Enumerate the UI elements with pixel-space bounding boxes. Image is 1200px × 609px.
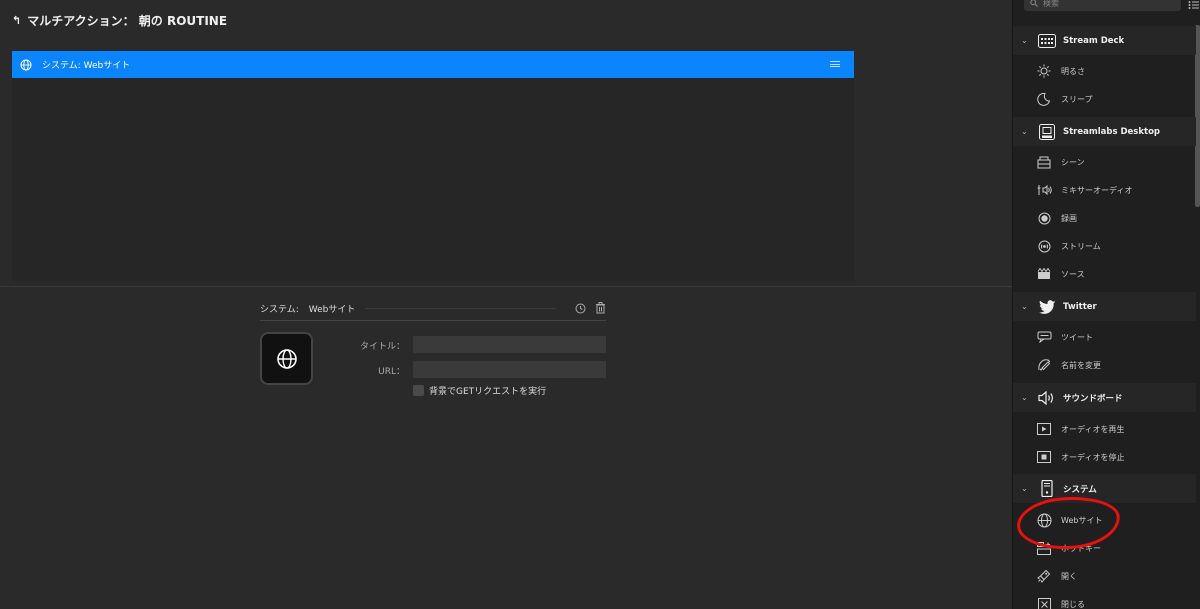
background-get-label: 背景でGETリクエストを実行	[429, 387, 547, 397]
stop-audio-icon	[1035, 448, 1053, 466]
sidebar-item-source[interactable]: ソース	[1013, 260, 1196, 288]
chevron-down-icon: ⌄	[1021, 302, 1028, 311]
search-icon	[1030, 0, 1038, 7]
mixer-audio-icon	[1035, 181, 1053, 199]
panel-divider[interactable]	[0, 286, 1012, 287]
sidebar-item-stream[interactable]: ストリーム	[1013, 232, 1196, 260]
sidebar-item-label: 明るさ	[1061, 66, 1085, 76]
list-view-icon[interactable]	[1188, 0, 1200, 10]
sidebar-item-sleep[interactable]: スリープ	[1013, 85, 1196, 113]
inspector-header: システム: Webサイト	[260, 296, 606, 321]
sidebar-item-record[interactable]: 録画	[1013, 204, 1196, 232]
category-label: Twitter	[1063, 301, 1097, 312]
globe-icon	[20, 59, 32, 70]
globe-icon	[1035, 511, 1053, 529]
sidebar-item-hotkey[interactable]: ホットキー	[1013, 534, 1196, 562]
category-label: サウンドボード	[1063, 393, 1123, 404]
rename-icon	[1035, 356, 1053, 374]
url-input[interactable]	[413, 361, 606, 378]
sleep-icon	[1035, 90, 1053, 108]
sidebar-item-label: オーディオを再生	[1061, 424, 1125, 434]
sidebar-item-label: 名前を変更	[1061, 360, 1101, 370]
close-app-icon	[1035, 595, 1053, 609]
open-icon	[1035, 567, 1053, 585]
category-label: システム	[1063, 484, 1097, 495]
hotkey-icon	[1035, 539, 1053, 557]
globe-icon	[276, 348, 297, 369]
search-placeholder: 検索	[1043, 0, 1059, 8]
sidebar-item-label: 開く	[1061, 571, 1077, 581]
inspector-header-rule	[365, 307, 556, 309]
sidebar-item-label: オーディオを停止	[1061, 452, 1125, 462]
tweet-icon	[1035, 328, 1053, 346]
sidebar-item-close[interactable]: 閉じる	[1013, 590, 1196, 609]
category-stream-deck[interactable]: ⌄ Stream Deck	[1013, 26, 1196, 55]
category-twitter[interactable]: ⌄ Twitter	[1013, 292, 1196, 321]
page-title: ↰ マルチアクション： 朝の ROUTINE	[12, 12, 227, 29]
inspector-category: システム:	[260, 304, 299, 315]
stream-deck-icon	[1037, 31, 1057, 51]
sidebar-item-rename[interactable]: 名前を変更	[1013, 351, 1196, 379]
speaker-icon	[1037, 388, 1057, 408]
category-system[interactable]: ⌄ システム	[1013, 474, 1196, 503]
chevron-down-icon: ⌄	[1021, 393, 1028, 402]
page-title-text: マルチアクション： 朝の ROUTINE	[27, 14, 228, 28]
category-soundboard[interactable]: ⌄ サウンドボード	[1013, 383, 1196, 412]
chevron-down-icon: ⌄	[1021, 36, 1028, 45]
key-image-preview[interactable]	[260, 332, 313, 385]
sidebar-item-mixer-audio[interactable]: ミキサーオーディオ	[1013, 176, 1196, 204]
system-icon	[1037, 479, 1057, 499]
scene-icon	[1035, 153, 1053, 171]
sidebar-item-label: ホットキー	[1061, 543, 1101, 553]
stream-icon	[1035, 237, 1053, 255]
sidebar-item-label: ソース	[1061, 269, 1085, 279]
category-label: Stream Deck	[1063, 35, 1125, 46]
category-label: Streamlabs Desktop	[1063, 126, 1161, 137]
twitter-bird-icon	[1037, 297, 1057, 317]
category-streamlabs-desktop[interactable]: ⌄ Streamlabs Desktop	[1013, 117, 1196, 146]
sidebar-item-label: ミキサーオーディオ	[1061, 185, 1133, 195]
streamlabs-icon	[1037, 122, 1057, 142]
source-icon	[1035, 265, 1053, 283]
play-audio-icon	[1035, 420, 1053, 438]
sidebar-item-open[interactable]: 開く	[1013, 562, 1196, 590]
chevron-down-icon: ⌄	[1021, 484, 1028, 493]
sidebar-item-play-audio[interactable]: オーディオを再生	[1013, 415, 1196, 443]
trash-icon[interactable]	[594, 302, 606, 314]
multi-action-list: システム: Webサイト	[12, 51, 854, 281]
chevron-down-icon: ⌄	[1021, 127, 1028, 136]
sidebar-item-label: Webサイト	[1061, 515, 1103, 525]
sidebar-item-label: ストリーム	[1061, 241, 1101, 251]
sidebar-item-label: 閉じる	[1061, 599, 1085, 609]
sidebar-item-label: ツイート	[1061, 332, 1093, 342]
clock-icon[interactable]	[574, 302, 586, 314]
search-input[interactable]: 検索	[1024, 0, 1181, 11]
sidebar-item-label: シーン	[1061, 157, 1085, 167]
sidebar-item-brightness[interactable]: 明るさ	[1013, 57, 1196, 85]
sidebar-item-tweet[interactable]: ツイート	[1013, 323, 1196, 351]
actions-sidebar: 検索 ⌄ Stream Deck 明るさ スリープ ⌄ Streamlabs D…	[1012, 0, 1200, 609]
sidebar-item-scene[interactable]: シーン	[1013, 148, 1196, 176]
action-row-label: システム: Webサイト	[42, 61, 131, 71]
drag-handle-icon[interactable]	[830, 61, 840, 67]
title-label: タイトル：	[359, 342, 405, 352]
sidebar-item-website[interactable]: Webサイト	[1013, 506, 1196, 534]
sidebar-item-label: 録画	[1061, 213, 1077, 223]
return-arrow-icon[interactable]: ↰	[12, 14, 21, 27]
background-get-checkbox[interactable]	[413, 385, 424, 396]
main-area: ↰ マルチアクション： 朝の ROUTINE システム: Webサイト システム…	[0, 0, 1012, 609]
title-input[interactable]	[413, 336, 606, 353]
record-icon	[1035, 209, 1053, 227]
sidebar-item-label: スリープ	[1061, 94, 1093, 104]
url-label: URL：	[378, 367, 405, 377]
sidebar-item-stop-audio[interactable]: オーディオを停止	[1013, 443, 1196, 471]
sun-icon	[1035, 62, 1053, 80]
action-row-website[interactable]: システム: Webサイト	[12, 51, 854, 78]
background-get-option[interactable]: 背景でGETリクエストを実行	[413, 384, 546, 397]
inspector-action: Webサイト	[308, 304, 356, 315]
